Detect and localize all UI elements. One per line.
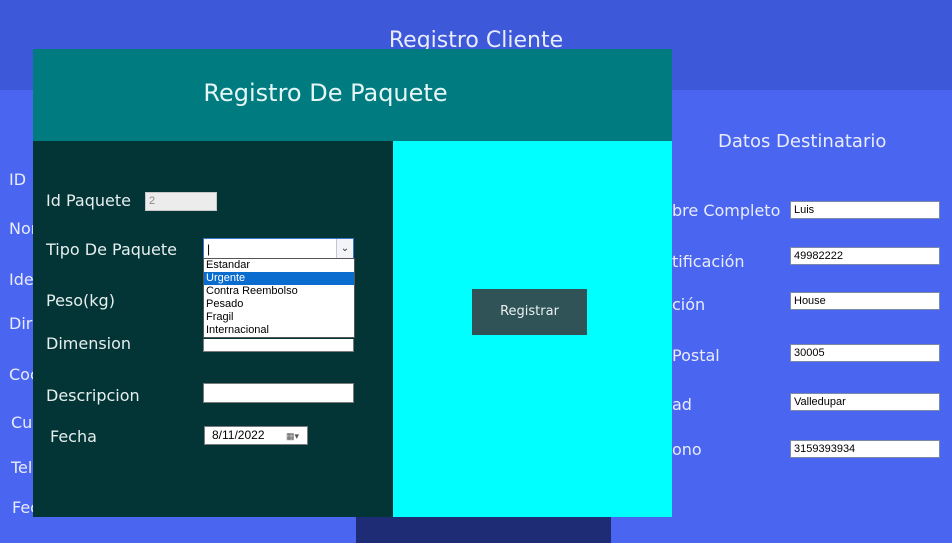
background-bottom-bar	[356, 517, 611, 543]
dest-label-nombre: bre Completo	[672, 201, 781, 220]
dropdown-option[interactable]: Internacional	[204, 324, 354, 337]
registro-paquete-dialog: Registro De Paquete Id Paquete 2 Tipo De…	[33, 49, 672, 517]
bg-label-identificacion: Ide	[9, 270, 34, 289]
fecha-label: Fecha	[50, 427, 97, 446]
tipo-paquete-label: Tipo De Paquete	[46, 240, 177, 259]
tipo-paquete-text: |	[207, 242, 211, 256]
bg-label-ciudad: Cu	[11, 413, 33, 432]
destinatario-title: Datos Destinatario	[718, 131, 887, 152]
dialog-title: Registro De Paquete	[203, 79, 448, 107]
dropdown-option-highlighted[interactable]: Urgente	[204, 272, 354, 285]
tipo-paquete-combobox[interactable]: | ⌄	[203, 238, 354, 260]
dropdown-option[interactable]: Contra Reembolso	[204, 285, 354, 298]
dest-ciudad-field[interactable]: Valledupar	[790, 393, 940, 411]
id-paquete-field[interactable]: 2	[145, 192, 217, 211]
dest-nombre-field[interactable]: Luis	[790, 201, 940, 219]
dest-identificacion-field[interactable]: 49982222	[790, 247, 940, 265]
dropdown-option[interactable]: Pesado	[204, 298, 354, 311]
chevron-down-icon[interactable]: ⌄	[336, 239, 353, 259]
descripcion-field[interactable]	[203, 383, 354, 403]
dest-telefono-field[interactable]: 3159393934	[790, 440, 940, 458]
dest-label-direccion: ción	[672, 295, 706, 314]
descripcion-label: Descripcion	[46, 386, 140, 405]
dest-label-telefono: ono	[672, 440, 702, 459]
dimension-field[interactable]	[203, 339, 354, 352]
tipo-paquete-dropdown: Estandar Urgente Contra Reembolso Pesado…	[203, 258, 355, 338]
dimension-label: Dimension	[46, 334, 132, 353]
id-paquete-label: Id Paquete	[46, 191, 131, 210]
dest-label-postal: Postal	[672, 346, 720, 365]
bg-label-telefono: Tel	[11, 458, 33, 477]
dest-direccion-field[interactable]: House	[790, 292, 940, 310]
calendar-icon[interactable]: ▦▾	[286, 430, 304, 442]
dest-label-identificacion: tificación	[672, 252, 745, 271]
bg-label-id: ID	[9, 170, 27, 189]
dropdown-option[interactable]: Estandar	[204, 259, 354, 272]
dest-postal-field[interactable]: 30005	[790, 344, 940, 362]
registrar-button[interactable]: Registrar	[472, 289, 587, 335]
fecha-date-picker[interactable]: 8/11/2022 ▦▾	[204, 426, 308, 445]
fecha-value: 8/11/2022	[212, 428, 265, 442]
peso-label: Peso(kg)	[46, 291, 115, 310]
dest-label-ciudad: ad	[672, 395, 692, 414]
dropdown-option[interactable]: Fragil	[204, 311, 354, 324]
